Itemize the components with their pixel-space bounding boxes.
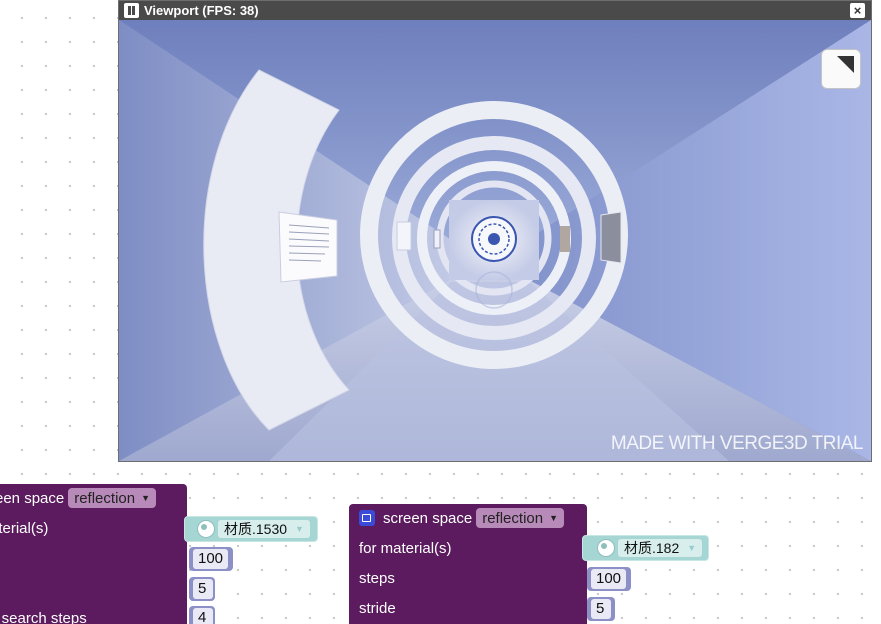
material-row-label: for material(s) xyxy=(359,540,452,557)
stride-input[interactable]: 5 xyxy=(193,579,213,599)
stride-number-block-left[interactable]: 5 xyxy=(189,577,215,601)
camera-icon xyxy=(359,510,375,526)
trial-watermark: MADE WITH VERGE3D TRIAL xyxy=(610,433,864,454)
steps-input[interactable]: 100 xyxy=(193,549,229,569)
material-dropdown-value: 材质.1530 xyxy=(224,521,288,537)
steps-input[interactable]: 100 xyxy=(591,569,627,589)
material-block-right[interactable]: 材质.182 ▼ xyxy=(582,535,709,561)
search-steps-input[interactable]: 4 xyxy=(193,608,213,624)
chevron-down-icon: ▼ xyxy=(141,493,151,503)
steps-number-block-right[interactable]: 100 xyxy=(587,567,631,591)
viewport-titlebar[interactable]: Viewport (FPS: 38) × xyxy=(119,1,871,20)
material-icon xyxy=(597,539,615,557)
material-dropdown[interactable]: 材质.1530 ▼ xyxy=(218,520,310,538)
stride-row-label: stride xyxy=(359,600,396,617)
viewport-3d-scene[interactable]: MADE WITH VERGE3D TRIAL xyxy=(119,20,871,461)
search-steps-row-label: y search steps xyxy=(0,610,87,624)
block-header: screen space reflection ▼ xyxy=(359,508,565,530)
block-title: reen space xyxy=(0,490,65,507)
chevron-down-icon: ▼ xyxy=(295,524,304,534)
stride-input[interactable]: 5 xyxy=(591,599,611,619)
close-icon[interactable]: × xyxy=(850,3,865,18)
block-header: reen space reflection ▼ xyxy=(0,488,157,510)
material-dropdown-value: 材质.182 xyxy=(624,540,680,556)
mode-dropdown-value: reflection xyxy=(74,490,136,507)
tunnel-render xyxy=(119,20,871,461)
mode-dropdown[interactable]: reflection ▼ xyxy=(68,488,157,508)
chevron-down-icon: ▼ xyxy=(549,513,559,523)
material-dropdown[interactable]: 材质.182 ▼ xyxy=(618,539,703,557)
material-icon xyxy=(197,520,215,538)
stride-number-block-right[interactable]: 5 xyxy=(587,597,615,621)
material-row-label: aterial(s) xyxy=(0,520,49,537)
viewport-window: Viewport (FPS: 38) × MADE WITH VERGE3D T… xyxy=(118,0,872,462)
mode-dropdown-value: reflection xyxy=(482,510,544,527)
steps-row-label: steps xyxy=(359,570,395,587)
material-block-left[interactable]: 材质.1530 ▼ xyxy=(184,516,318,542)
mode-dropdown[interactable]: reflection ▼ xyxy=(476,508,565,528)
pause-icon[interactable] xyxy=(124,3,139,18)
fullscreen-button[interactable] xyxy=(821,49,861,89)
ssr-block-left[interactable]: reen space reflection ▼ aterial(s) y searc… xyxy=(0,484,187,624)
ssr-block-right[interactable]: screen space reflection ▼ for material(s) … xyxy=(349,504,587,624)
chevron-down-icon: ▼ xyxy=(687,543,697,553)
search-steps-number-block-left[interactable]: 4 xyxy=(189,606,215,624)
block-title: screen space xyxy=(383,510,473,527)
steps-number-block-left[interactable]: 100 xyxy=(189,547,233,571)
viewport-title: Viewport (FPS: 38) xyxy=(144,3,259,18)
